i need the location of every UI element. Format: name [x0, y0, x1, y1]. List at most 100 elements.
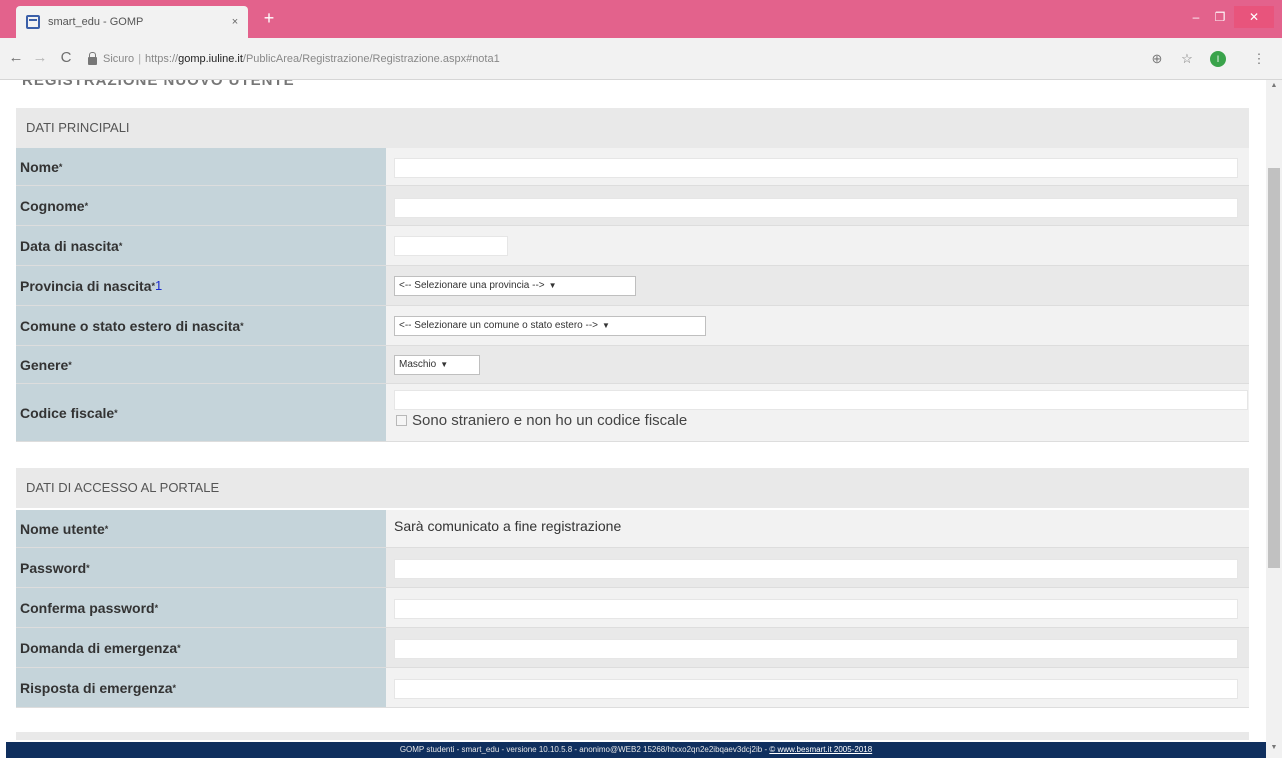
label-text: Data di nascita [20, 237, 119, 254]
required-marker: * [84, 200, 89, 211]
field-cell [386, 668, 1249, 707]
chevron-down-icon: ▼ [602, 321, 610, 330]
form-row-risposta: Risposta di emergenza * [16, 668, 1249, 708]
label-text: Nome utente [20, 520, 105, 537]
provincia-select[interactable]: <-- Selezionare una provincia --> ▼ [394, 276, 636, 296]
field-label-provincia: Provincia di nascita * 1 [16, 266, 386, 305]
form-row-domanda: Domanda di emergenza * [16, 628, 1249, 668]
form-row-nome: Nome * [16, 148, 1249, 186]
address-bar[interactable]: Sicuro | https:// gomp.iuline.it /Public… [82, 46, 1142, 72]
nome-input[interactable] [394, 158, 1238, 178]
form-row-comune: Comune o stato estero di nascita * <-- Se… [16, 306, 1249, 346]
zoom-icon[interactable]: ⊕ [1148, 50, 1166, 68]
label-text: Risposta di emergenza [20, 679, 173, 696]
url-scheme: https:// [145, 53, 179, 65]
vertical-scrollbar[interactable]: ▲ ▼ [1266, 80, 1282, 758]
maximize-icon[interactable]: ❐ [1208, 6, 1232, 28]
chevron-down-icon: ▼ [548, 281, 557, 290]
field-label-conferma-password: Conferma password * [16, 588, 386, 627]
form-row-password: Password * [16, 548, 1249, 588]
codice-fiscale-input[interactable] [394, 390, 1248, 410]
required-marker: * [104, 523, 109, 534]
required-marker: * [177, 642, 181, 653]
menu-icon[interactable]: ⋮ [1250, 50, 1268, 68]
field-label-cognome: Cognome * [16, 186, 386, 225]
section-header-dati-principali: DATI PRINCIPALI [16, 108, 1249, 148]
required-marker: * [114, 407, 118, 418]
select-value: <-- Selezionare un comune o stato estero… [399, 320, 598, 331]
tab-close-icon[interactable]: × [222, 16, 248, 28]
extension-icon[interactable]: I [1210, 51, 1226, 67]
field-label-comune: Comune o stato estero di nascita * [16, 306, 386, 345]
footnote-link[interactable]: 1 [155, 278, 162, 293]
password-input[interactable] [394, 559, 1238, 579]
minimize-icon[interactable]: ‒ [1184, 6, 1208, 28]
field-label-password: Password * [16, 548, 386, 587]
field-cell: Sarà comunicato a fine registrazione [386, 510, 1249, 547]
straniero-option[interactable]: Sono straniero e non ho un codice fiscal… [396, 412, 687, 429]
conferma-password-input[interactable] [394, 599, 1238, 619]
back-arrow-icon[interactable]: ← [6, 48, 26, 68]
field-cell [386, 186, 1249, 225]
form-row-nome-utente: Nome utente * Sarà comunicato a fine regi… [16, 510, 1249, 548]
field-cell [386, 148, 1249, 185]
risposta-emergenza-input[interactable] [394, 679, 1238, 699]
domanda-emergenza-input[interactable] [394, 639, 1238, 659]
field-label-codice-fiscale: Codice fiscale * [16, 384, 386, 441]
browser-toolbar: ← → C Sicuro | https:// gomp.iuline.it /… [0, 38, 1282, 80]
comune-select[interactable]: <-- Selezionare un comune o stato estero… [394, 316, 706, 336]
url-host: gomp.iuline.it [178, 53, 243, 65]
field-cell [386, 628, 1249, 667]
field-cell: Maschio ▼ [386, 346, 1249, 383]
label-text: Genere [20, 356, 69, 373]
required-marker: * [118, 240, 123, 251]
form-row-cognome: Cognome * [16, 186, 1249, 226]
scrollbar-thumb[interactable] [1268, 168, 1280, 568]
page-content: REGISTRAZIONE NUOVO UTENTE DATI PRINCIPA… [0, 80, 1266, 740]
url-path: /PublicArea/Registrazione/Registrazione.… [242, 53, 500, 65]
footer-bar: GOMP studenti - smart_edu - versione 10.… [6, 742, 1266, 758]
forward-arrow-icon[interactable]: → [30, 48, 50, 68]
calendar-icon [26, 15, 40, 29]
form-row-codice-fiscale: Codice fiscale * Sono straniero e non ho … [16, 384, 1249, 442]
select-value: <-- Selezionare una provincia --> [399, 280, 545, 291]
field-label-domanda: Domanda di emergenza * [16, 628, 386, 667]
label-text: Nome [20, 158, 59, 175]
select-value: Maschio [399, 359, 437, 370]
form-row-data-nascita: Data di nascita * [16, 226, 1249, 266]
cognome-input[interactable] [394, 198, 1238, 218]
field-label-data-nascita: Data di nascita * [16, 226, 386, 265]
label-text: Codice fiscale [20, 404, 115, 421]
field-cell: <-- Selezionare un comune o stato estero… [386, 306, 1249, 345]
new-tab-icon[interactable]: + [258, 8, 280, 28]
required-marker: * [154, 602, 159, 613]
tab-title: smart_edu - GOMP [48, 16, 144, 28]
field-cell: <-- Selezionare una provincia --> ▼ [386, 266, 1249, 305]
form-row-genere: Genere * Maschio ▼ [16, 346, 1249, 384]
scroll-up-icon[interactable]: ▲ [1266, 82, 1282, 94]
footer-link[interactable]: © www.besmart.it 2005-2018 [769, 745, 872, 754]
required-marker: * [86, 562, 90, 573]
bookmark-star-icon[interactable]: ☆ [1178, 50, 1196, 68]
browser-titlebar: smart_edu - GOMP × + ‒ ❐ ✕ [0, 0, 1282, 38]
required-marker: * [240, 320, 244, 331]
secure-label: Sicuro [103, 53, 135, 65]
data-nascita-input[interactable] [394, 236, 508, 256]
window-close-icon[interactable]: ✕ [1234, 6, 1274, 28]
footer-text: GOMP studenti - smart_edu - versione 10.… [399, 745, 770, 754]
label-text: Cognome [20, 197, 85, 214]
reload-icon[interactable]: C [56, 48, 76, 68]
field-cell [386, 548, 1249, 587]
label-text: Provincia di nascita [20, 277, 152, 294]
chevron-down-icon: ▼ [440, 360, 449, 369]
straniero-checkbox-label: Sono straniero e non ho un codice fiscal… [412, 412, 688, 429]
label-text: Domanda di emergenza [20, 639, 178, 656]
straniero-checkbox[interactable] [396, 415, 407, 426]
required-marker: * [68, 359, 72, 370]
page-title: REGISTRAZIONE NUOVO UTENTE [22, 80, 295, 89]
scroll-down-icon[interactable]: ▼ [1266, 744, 1282, 756]
genere-select[interactable]: Maschio ▼ [394, 355, 480, 375]
browser-tab[interactable]: smart_edu - GOMP × [16, 6, 248, 38]
field-cell: Sono straniero e non ho un codice fiscal… [386, 384, 1249, 441]
required-marker: * [172, 682, 177, 693]
